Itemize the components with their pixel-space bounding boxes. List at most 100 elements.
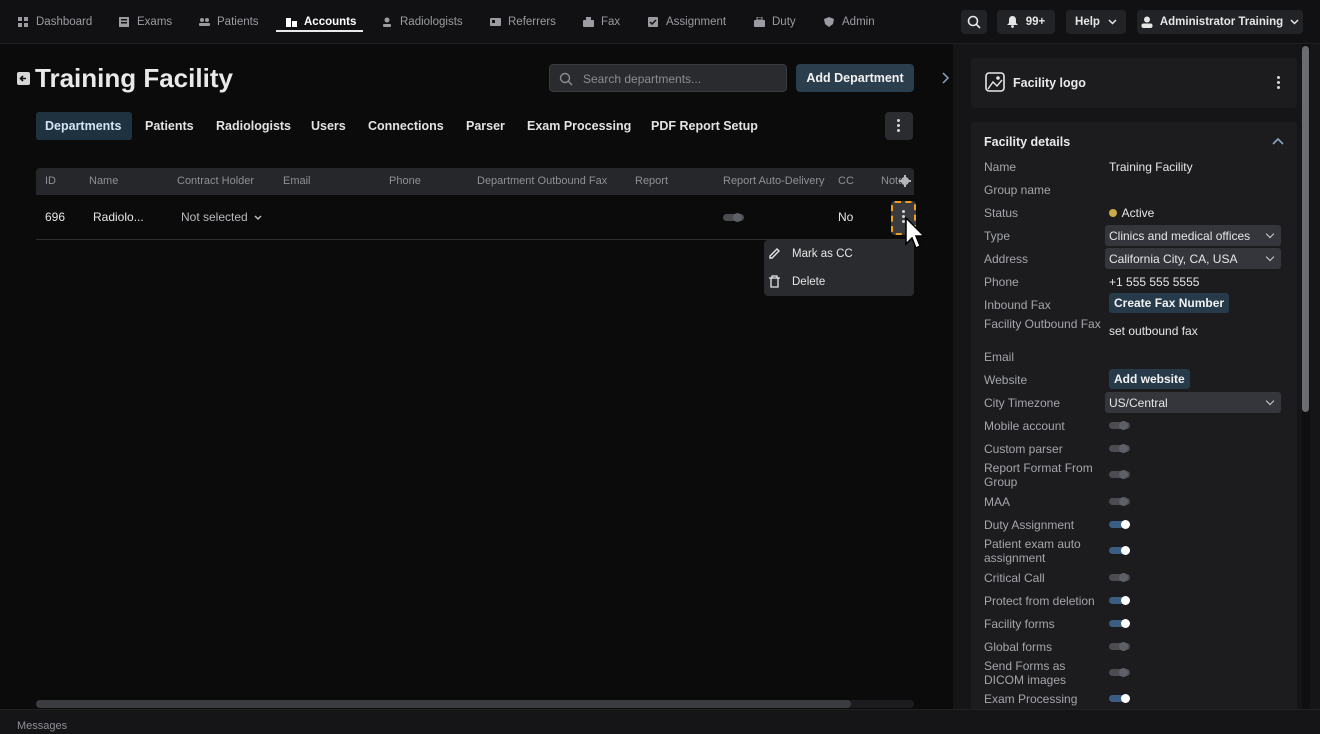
global-forms-toggle[interactable] — [1109, 642, 1130, 651]
toggle-label: Send Forms as DICOM images — [984, 659, 1067, 687]
exam-processing-toggle[interactable] — [1109, 694, 1130, 703]
column-header-name[interactable]: Name — [89, 175, 118, 187]
column-header-phone[interactable]: Phone — [389, 175, 421, 187]
status-value: Active — [1121, 206, 1155, 220]
facility-logo-title: Facility logo — [1013, 76, 1086, 90]
tab-radiologists[interactable]: Radiologists — [216, 112, 291, 140]
patient-exam-auto-assignment-toggle[interactable] — [1109, 546, 1130, 555]
tab-exam-processing[interactable]: Exam Processing — [527, 112, 631, 140]
main-content — [0, 44, 953, 709]
report-format-toggle[interactable] — [1109, 470, 1130, 479]
address-select[interactable]: California City, CA, USA — [1105, 248, 1281, 269]
timezone-select[interactable]: US/Central — [1105, 392, 1281, 413]
menu-item-delete[interactable]: Delete — [764, 268, 914, 296]
messages-label: Messages — [17, 720, 68, 732]
status-badge[interactable]: Active — [1109, 206, 1154, 220]
column-header-email[interactable]: Email — [283, 175, 311, 187]
user-menu[interactable]: Administrator Training — [1137, 10, 1303, 34]
nav-admin[interactable]: Admin — [824, 0, 875, 44]
toggle-label: Facility forms — [984, 617, 1055, 631]
tab-pdf-report-setup[interactable]: PDF Report Setup — [651, 112, 758, 140]
type-select[interactable]: Clinics and medical offices — [1105, 225, 1281, 246]
field-label: City Timezone — [984, 396, 1061, 410]
nav-fax[interactable]: Fax — [583, 0, 620, 44]
tab-parser[interactable]: Parser — [466, 112, 505, 140]
user-name: Administrator Training — [1159, 16, 1284, 28]
column-header-id[interactable]: ID — [45, 175, 56, 187]
back-arrow-icon[interactable] — [17, 72, 30, 85]
timezone-value: US/Central — [1109, 395, 1168, 410]
nav-accounts[interactable]: Accounts — [286, 0, 356, 44]
duty-assignment-toggle[interactable] — [1109, 520, 1130, 529]
tabs-more-button[interactable] — [885, 112, 913, 140]
outbound-fax-value[interactable]: set outbound fax — [1109, 324, 1198, 338]
messages-bar[interactable]: Messages — [0, 709, 1320, 734]
tab-users[interactable]: Users — [311, 112, 346, 140]
nav-label: Admin — [842, 16, 875, 28]
nav-exams[interactable]: Exams — [119, 0, 172, 44]
nav-radiologists[interactable]: Radiologists — [382, 0, 463, 44]
field-label: Email — [984, 350, 1015, 364]
nav-assignment[interactable]: Assignment — [648, 0, 726, 44]
add-department-button[interactable]: Add Department — [796, 64, 914, 92]
global-search-button[interactable] — [961, 10, 987, 34]
facility-forms-toggle[interactable] — [1109, 619, 1130, 628]
menu-item-mark-as-cc[interactable]: Mark as CC — [764, 240, 914, 268]
field-label: Inbound Fax — [984, 298, 1051, 312]
send-forms-dicom-toggle[interactable] — [1109, 668, 1130, 677]
phone-value[interactable]: +1 555 555 5555 — [1109, 275, 1199, 289]
field-label: Phone — [984, 275, 1019, 289]
chevron-up-icon[interactable] — [1272, 137, 1284, 145]
toggle-label: MAA — [984, 495, 1011, 509]
facility-name-value[interactable]: Training Facility — [1109, 160, 1193, 174]
cell-name: Radiolo... — [93, 210, 144, 224]
column-header-notes[interactable]: Notes — [881, 175, 901, 187]
mouse-cursor-icon — [905, 217, 926, 250]
help-menu[interactable]: Help — [1066, 10, 1126, 34]
column-header-cc[interactable]: CC — [838, 175, 854, 187]
collapse-panel-icon[interactable] — [937, 66, 953, 90]
nav-referrers[interactable]: Referrers — [490, 0, 556, 44]
horizontal-scrollbar-thumb[interactable] — [36, 700, 851, 708]
notifications-button[interactable]: 99+ — [997, 10, 1055, 34]
pencil-icon — [769, 248, 780, 259]
tab-connections[interactable]: Connections — [368, 112, 444, 140]
help-label: Help — [1075, 16, 1100, 28]
address-value: California City, CA, USA — [1109, 251, 1238, 266]
tab-label: Departments — [45, 119, 122, 133]
vertical-scrollbar-thumb[interactable] — [1302, 46, 1309, 412]
protect-from-deletion-toggle[interactable] — [1109, 596, 1130, 605]
field-label: Address — [984, 252, 1029, 266]
nav-duty[interactable]: Duty — [754, 0, 796, 44]
mobile-account-toggle[interactable] — [1109, 421, 1130, 430]
bell-icon — [1006, 16, 1018, 28]
nav-label: Exams — [137, 16, 173, 28]
search-icon — [967, 15, 981, 29]
custom-parser-toggle[interactable] — [1109, 444, 1130, 453]
column-header-outbound-fax[interactable]: Department Outbound Fax — [477, 175, 607, 187]
column-header-report[interactable]: Report — [635, 175, 668, 187]
auto-delivery-toggle[interactable] — [723, 213, 744, 222]
maa-toggle[interactable] — [1109, 497, 1130, 506]
create-fax-number-button[interactable]: Create Fax Number — [1109, 293, 1230, 313]
toggle-label: Custom parser — [984, 442, 1063, 456]
id-card-icon — [490, 17, 501, 27]
tab-departments[interactable]: Departments — [36, 112, 132, 140]
search-departments-input[interactable]: Search departments... — [549, 64, 787, 92]
chevron-down-icon — [1265, 252, 1275, 262]
field-label: Website — [984, 373, 1028, 387]
nav-patients[interactable]: Patients — [199, 0, 259, 44]
column-header-auto-delivery[interactable]: Report Auto-Delivery — [723, 175, 825, 187]
nav-dashboard[interactable]: Dashboard — [18, 0, 92, 44]
critical-call-toggle[interactable] — [1109, 573, 1130, 582]
toggle-label: Report Format From Group — [984, 461, 1093, 489]
contract-holder-select[interactable]: Not selected — [181, 210, 262, 224]
gear-icon[interactable] — [899, 175, 911, 187]
add-website-button[interactable]: Add website — [1109, 369, 1190, 389]
nav-label: Radiologists — [400, 16, 463, 28]
tab-patients[interactable]: Patients — [145, 112, 194, 140]
kebab-icon[interactable] — [1277, 76, 1280, 91]
contract-holder-value: Not selected — [181, 210, 248, 224]
column-header-contract-holder[interactable]: Contract Holder — [177, 175, 254, 187]
nav-label: Patients — [217, 16, 259, 28]
